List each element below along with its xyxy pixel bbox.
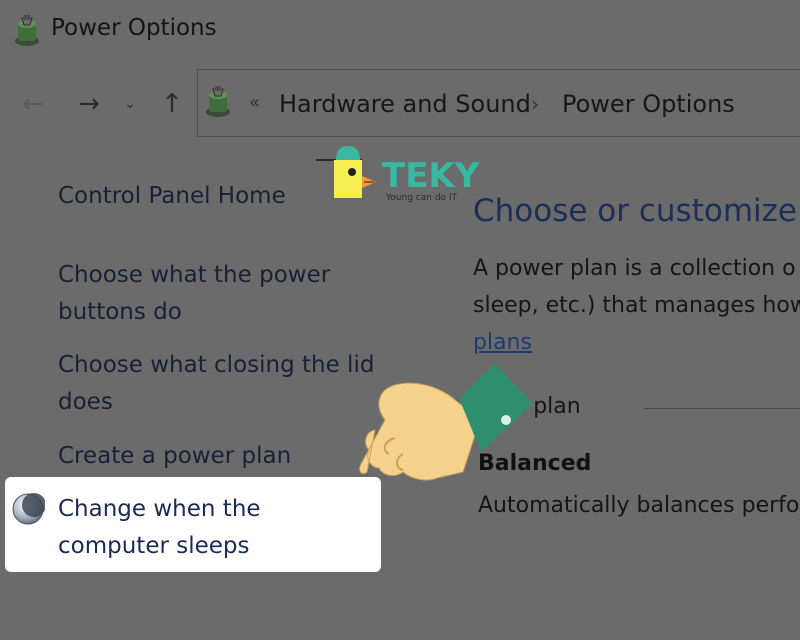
breadcrumb-overflow[interactable]: « <box>249 92 260 113</box>
create-power-plan-link[interactable]: Create a power plan <box>58 438 291 475</box>
power-options-icon <box>206 86 230 117</box>
power-buttons-link[interactable]: Choose what the power buttons do <box>58 257 358 331</box>
plan-description-text: A power plan is a collection o sleep, et… <box>473 250 800 361</box>
section-divider <box>644 408 800 409</box>
window-title: Power Options <box>51 15 217 41</box>
description-line-1: A power plan is a collection o <box>473 256 796 281</box>
forward-button[interactable]: → <box>74 86 104 122</box>
recent-locations-button[interactable]: ⌄ <box>122 86 138 122</box>
teky-mascot-logo <box>316 146 376 198</box>
control-panel-home-link[interactable]: Control Panel Home <box>58 178 286 215</box>
back-button[interactable]: ← <box>18 86 48 122</box>
arrow-right-icon: → <box>78 89 100 119</box>
breadcrumb-power-options[interactable]: Power Options <box>562 90 735 118</box>
breadcrumb-separator[interactable]: › <box>531 92 539 116</box>
chevron-down-icon: ⌄ <box>124 96 136 112</box>
brand-text: TEKY <box>382 156 480 196</box>
page-heading: Choose or customize <box>473 193 797 229</box>
breadcrumb-hardware-and-sound[interactable]: Hardware and Sound <box>279 90 531 118</box>
arrow-left-icon: ← <box>22 89 44 119</box>
brand-tagline: Young can do IT <box>385 193 458 203</box>
up-button[interactable]: ↑ <box>158 86 186 122</box>
plan-description: Automatically balances perfo <box>478 493 800 518</box>
teky-logo: TEKY Young can do IT <box>316 146 480 203</box>
power-options-icon <box>15 15 39 46</box>
change-sleep-link[interactable]: Change when the computer sleeps <box>58 491 378 565</box>
arrow-up-icon: ↑ <box>161 89 183 119</box>
closing-lid-link[interactable]: Choose what closing the lid does <box>58 347 378 421</box>
description-line-2: sleep, etc.) that manages how <box>473 293 800 318</box>
power-plans-link[interactable]: plans <box>473 324 800 361</box>
pointing-hand-icon <box>359 364 533 481</box>
moon-icon <box>12 493 45 525</box>
